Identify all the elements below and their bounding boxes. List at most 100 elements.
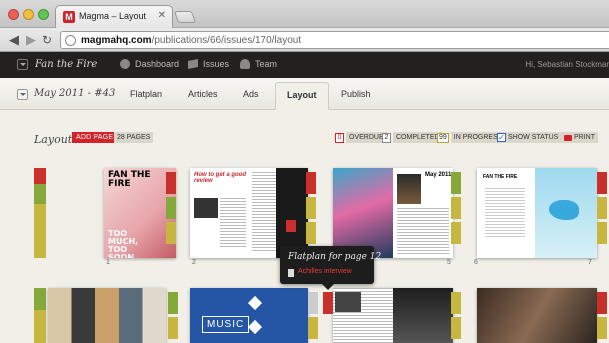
page-number: 6 xyxy=(474,259,478,266)
status-ribbon-yellow xyxy=(168,317,178,339)
issues-icon xyxy=(188,59,198,69)
status-strip xyxy=(34,288,46,343)
page6-title: FAN THE FIRE xyxy=(483,174,518,180)
issue-menu-button[interactable] xyxy=(17,89,28,100)
spread-row2-3[interactable] xyxy=(333,288,453,343)
address-bar[interactable]: magmahq.com/publications/66/issues/170/l… xyxy=(60,31,609,49)
spread-row2-2[interactable]: MUSIC xyxy=(190,288,308,343)
status-ribbon-yellow xyxy=(308,317,318,339)
page-number: 1 xyxy=(106,259,110,266)
issue-subheader: May 2011 - #43 Flatplan Articles Ads Lay… xyxy=(0,78,609,110)
show-status-toggle[interactable]: ✓ SHOW STATUS xyxy=(497,132,562,143)
spread-pages-4-5[interactable]: May 2011 xyxy=(333,168,453,258)
document-icon xyxy=(288,269,294,277)
new-tab-button[interactable] xyxy=(173,11,197,23)
nav-issues[interactable]: Issues xyxy=(188,59,229,69)
back-icon[interactable]: ◀ xyxy=(9,32,19,48)
publication-name[interactable]: Fan the Fire xyxy=(35,59,97,70)
nav-team[interactable]: Team xyxy=(240,59,277,69)
tooltip-article-link[interactable]: Achilles interview xyxy=(298,268,352,275)
spread-row2-1[interactable] xyxy=(48,288,166,343)
overdue-count: 0 xyxy=(335,132,344,143)
issue-name[interactable]: May 2011 - #43 xyxy=(34,88,115,99)
status-ribbon-red xyxy=(597,292,607,314)
window-maximize-button[interactable] xyxy=(38,9,49,20)
article-feature-photo xyxy=(393,288,453,343)
status-ribbon-yellow xyxy=(306,197,316,219)
status-ribbon-red xyxy=(166,172,176,194)
printer-icon xyxy=(564,134,572,141)
status-ribbon-yellow xyxy=(597,222,607,244)
nav-dashboard-label: Dashboard xyxy=(135,59,180,69)
page6-text xyxy=(485,188,525,238)
status-ribbon-yellow xyxy=(166,222,176,244)
page2-photo xyxy=(194,198,218,218)
tab-publish[interactable]: Publish xyxy=(341,89,371,99)
page-number: 7 xyxy=(588,259,592,266)
status-ribbon-yellow xyxy=(306,222,316,244)
cover-tagline: TOO MUCH, TOO SOON xyxy=(108,229,139,259)
dashboard-icon xyxy=(120,59,130,69)
status-ribbon-red xyxy=(323,292,333,314)
page4-photo xyxy=(333,168,393,258)
tab-articles[interactable]: Articles xyxy=(188,89,218,99)
page5-title: May 2011 xyxy=(425,172,452,178)
status-ribbon-yellow xyxy=(451,317,461,339)
filter-overdue[interactable]: 0 OVERDUE xyxy=(335,132,387,143)
publication-menu-button[interactable] xyxy=(17,59,28,70)
page-number: 5 xyxy=(447,259,451,266)
status-ribbon-green xyxy=(451,172,461,194)
nav-team-label: Team xyxy=(255,59,278,69)
browser-tab[interactable]: M Magma – Layout ✕ xyxy=(55,5,173,28)
page2-headline: How to get a good review xyxy=(194,172,246,184)
photo-grid xyxy=(48,288,166,343)
page3-thumb xyxy=(286,220,296,232)
status-ribbon-yellow xyxy=(451,292,461,314)
nav-dashboard[interactable]: Dashboard xyxy=(120,59,179,69)
globe-icon xyxy=(65,35,76,46)
in-progress-count: 99 xyxy=(437,132,449,143)
status-ribbon-green xyxy=(168,292,178,314)
overdue-label: OVERDUE xyxy=(346,132,387,143)
browser-tab-title: Magma – Layout xyxy=(79,11,147,21)
filter-completed[interactable]: 2 COMPLETED xyxy=(382,132,443,143)
browser-tabbar: M Magma – Layout ✕ xyxy=(0,0,609,28)
print-label: PRINT xyxy=(574,134,595,141)
filter-in-progress[interactable]: 99 IN PROGRESS xyxy=(437,132,506,143)
reload-icon[interactable]: ↻ xyxy=(42,32,52,48)
page-title: Layout xyxy=(34,133,73,146)
completed-label: COMPLETED xyxy=(393,132,443,143)
spread-row2-4[interactable] xyxy=(477,288,597,343)
status-ribbon-yellow xyxy=(451,197,461,219)
status-ribbon-green xyxy=(166,197,176,219)
window-close-button[interactable] xyxy=(8,9,19,20)
pages-count: 28 PAGES xyxy=(114,132,154,143)
article-photo xyxy=(335,292,361,312)
tab-ads[interactable]: Ads xyxy=(243,89,259,99)
status-ribbon-grey xyxy=(308,292,318,314)
close-tab-icon[interactable]: ✕ xyxy=(158,10,166,21)
address-url: magmahq.com/publications/66/issues/170/l… xyxy=(81,35,302,46)
print-button[interactable]: PRINT xyxy=(561,132,598,143)
show-status-checkbox[interactable]: ✓ xyxy=(497,133,506,142)
tab-layout[interactable]: Layout xyxy=(275,82,329,110)
feature-photo xyxy=(477,288,597,343)
spread-pages-6-7[interactable]: FAN THE FIRE xyxy=(477,168,597,258)
page-number: 2 xyxy=(192,259,196,266)
page2-text xyxy=(220,198,246,248)
team-icon xyxy=(240,59,250,69)
tab-flatplan[interactable]: Flatplan xyxy=(130,89,162,99)
user-greeting[interactable]: Hi, Sebastian Stockmar xyxy=(525,60,609,69)
status-strip xyxy=(34,168,46,258)
status-ribbon-red xyxy=(306,172,316,194)
forward-icon[interactable]: ▶ xyxy=(26,32,36,48)
twitter-bird-icon xyxy=(549,200,579,220)
page5-text xyxy=(397,208,449,254)
app-header: Fan the Fire Dashboard Issues Team Hi, S… xyxy=(0,52,609,78)
music-label: MUSIC xyxy=(202,316,250,333)
flatplan-tooltip: Flatplan for page 12 Achilles interview xyxy=(280,246,381,290)
page3-dark-panel xyxy=(276,168,308,258)
spread-pages-2-3[interactable]: How to get a good review xyxy=(190,168,308,258)
status-ribbon-red xyxy=(597,172,607,194)
window-minimize-button[interactable] xyxy=(23,9,34,20)
